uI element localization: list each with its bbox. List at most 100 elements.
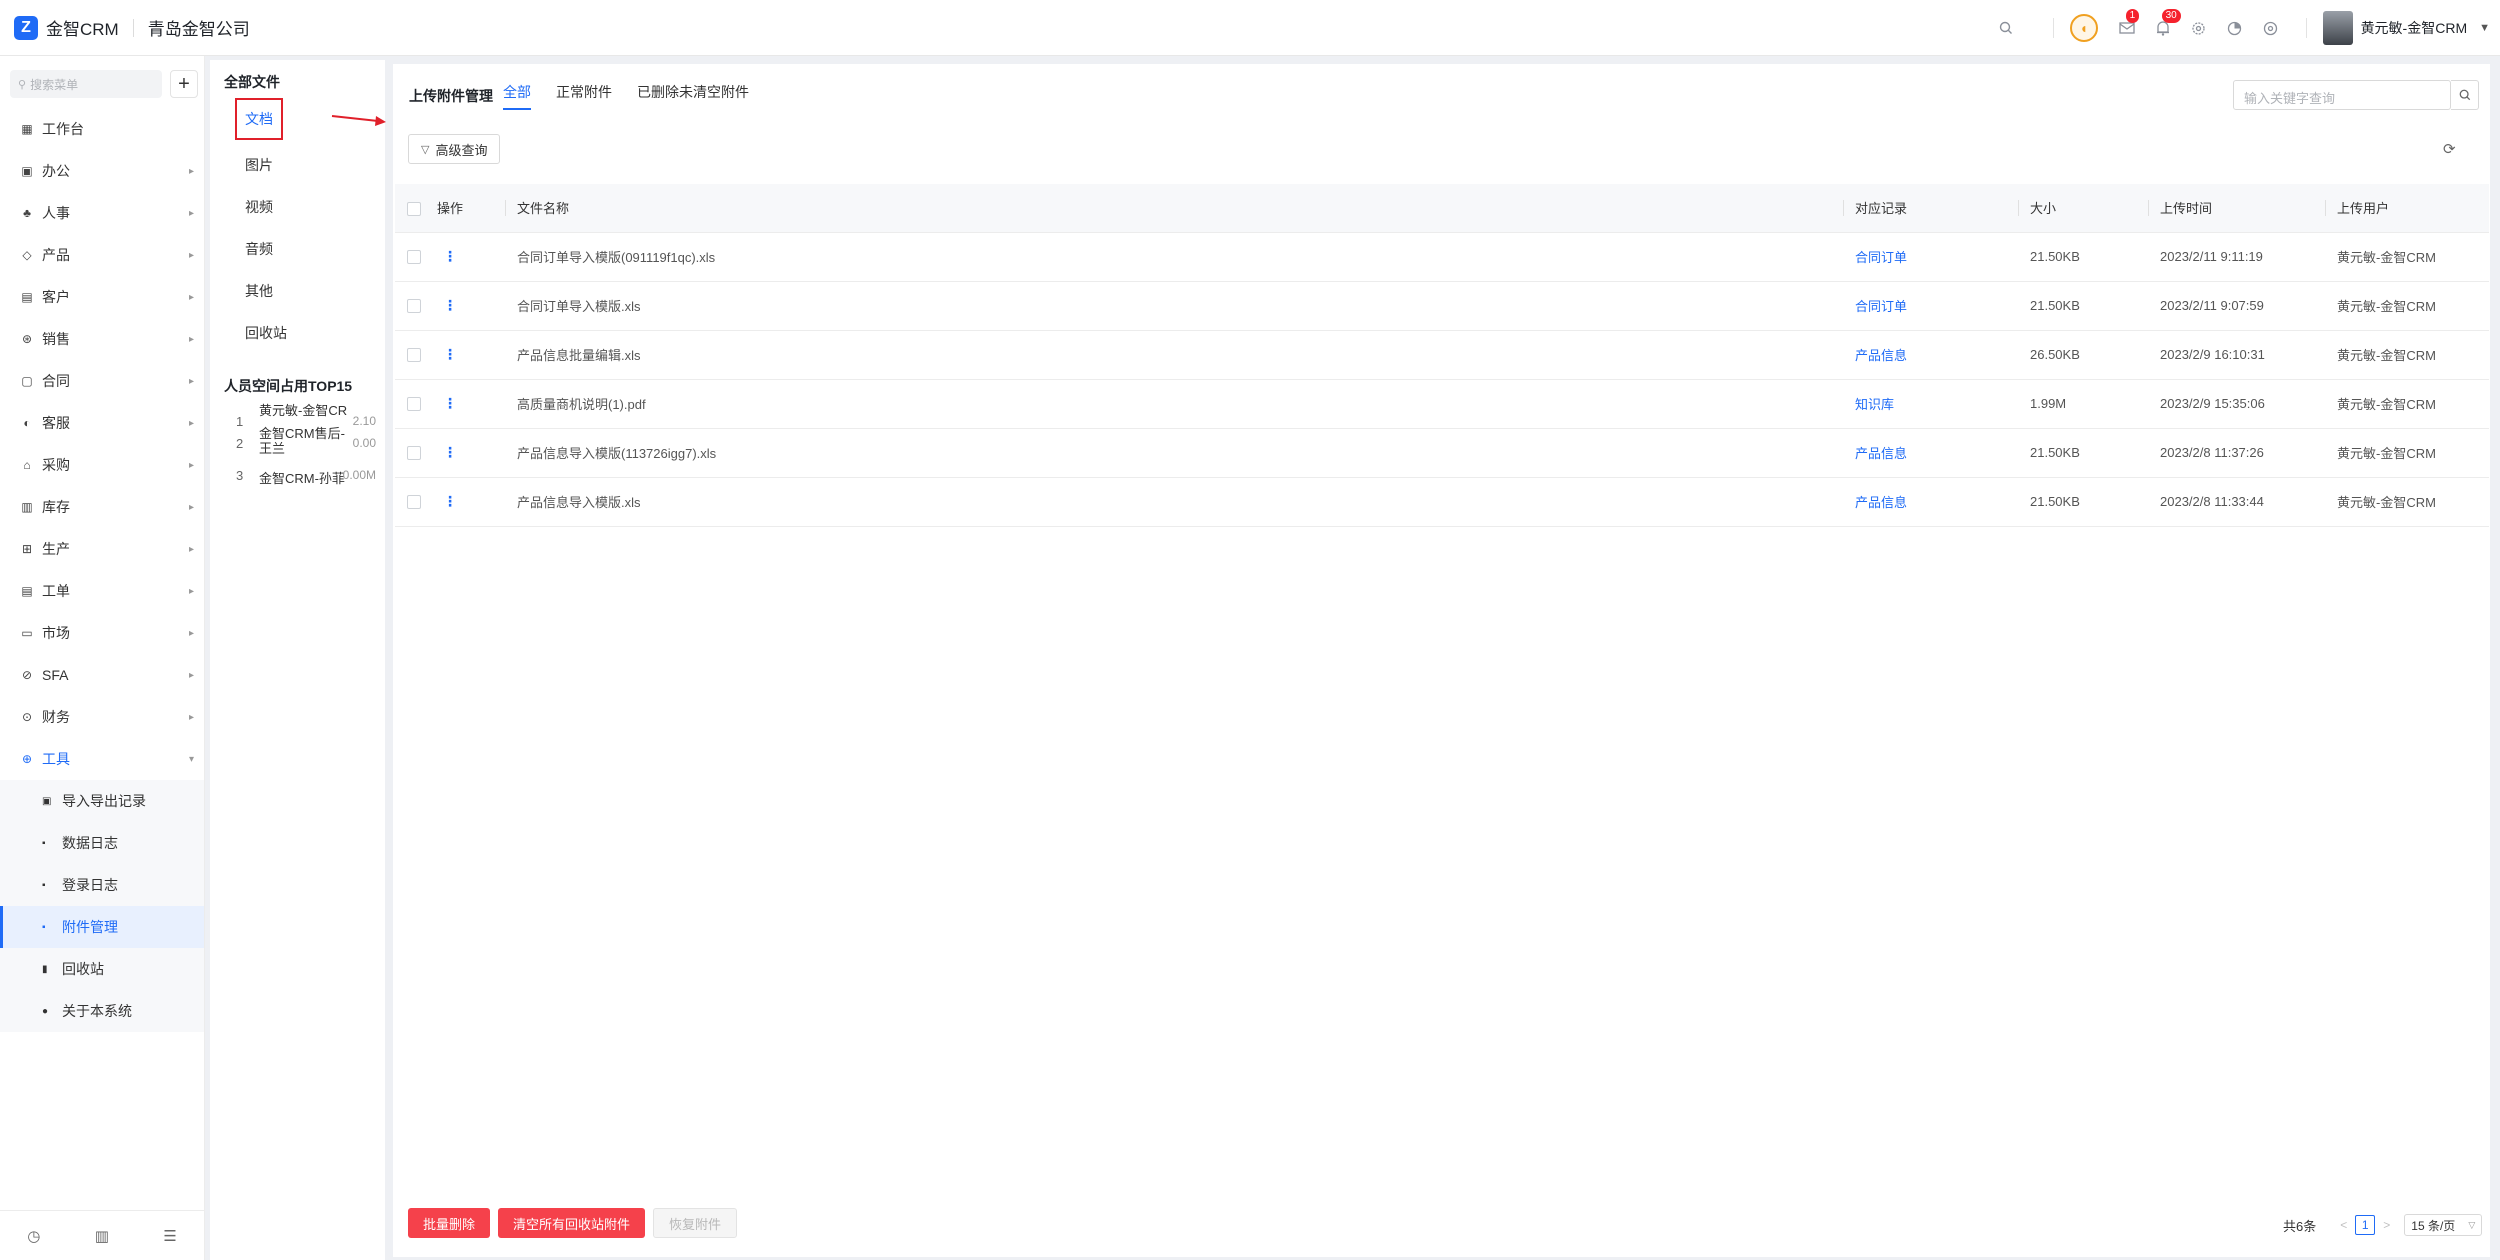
folder-images[interactable]: 图片 [245, 155, 273, 175]
avatar[interactable] [2322, 11, 2353, 45]
search-icon[interactable] [1995, 17, 2017, 39]
left-navigation: ⚲ 搜索菜单 + ▦ 工作台 ▣ 办公 ▸ ♣ 人事 ▸ ◇ 产品 ▸ ▤ 客户 ▸ ⊛ 销售 ▸ ▢ 合同 ▸ ◐ 客服… [0, 56, 205, 1260]
submenu-item[interactable]: ▣ 导入导出记录 [0, 780, 204, 822]
row-checkbox[interactable] [407, 446, 421, 461]
menu-item-group[interactable]: ▣ 办公 ▸ [0, 150, 204, 192]
menu-item-dashboard[interactable]: ▦ 工作台 [0, 108, 204, 150]
folder-recycle-bin[interactable]: 回收站 [245, 323, 287, 343]
tab-deleted[interactable]: 已删除未清空附件 [637, 82, 749, 108]
chevron-down-icon[interactable]: ▼ [2479, 22, 2490, 34]
menu-item-group[interactable]: ▢ 合同 ▸ [0, 360, 204, 402]
speaker-icon[interactable]: ◖ [2069, 14, 2098, 42]
menu-item-group[interactable]: ▥ 库存 ▸ [0, 486, 204, 528]
submenu-item[interactable]: ▪ 附件管理 [0, 906, 204, 948]
table-row[interactable]: ⋮ 产品信息导入模版.xls 产品信息 21.50KB 2023/2/8 11:33:4… [395, 477, 2489, 527]
bell-icon[interactable]: 30 [2152, 9, 2181, 39]
batch-delete-button[interactable]: 批量删除 [408, 1208, 491, 1238]
collapse-menu-icon[interactable]: ☰ [163, 1227, 176, 1245]
row-checkbox[interactable] [407, 397, 421, 412]
history-icon[interactable]: ◷ [27, 1227, 40, 1245]
submenu-item[interactable]: ▪ 数据日志 [0, 822, 204, 864]
message-icon[interactable]: 1 [2116, 9, 2140, 39]
advanced-search-button[interactable]: ▽ 高级查询 [408, 134, 501, 164]
notification-badge: 30 [2161, 9, 2181, 23]
row-checkbox[interactable] [407, 250, 421, 265]
row-checkbox[interactable] [407, 299, 421, 314]
tab-normal[interactable]: 正常附件 [556, 82, 612, 108]
more-actions-icon[interactable]: ⋮ [443, 297, 457, 313]
menu-item-group[interactable]: ◐ 客服 ▸ [0, 402, 204, 444]
page-number-button[interactable]: 1 [2355, 1215, 2376, 1235]
folder-audio[interactable]: 音频 [245, 239, 273, 259]
folder-other[interactable]: 其他 [245, 281, 273, 301]
column-header[interactable]: 上传用户 [2325, 184, 2489, 233]
menu-item-label: 合同 [42, 373, 70, 389]
menu-item-group[interactable]: ⊞ 生产 ▸ [0, 528, 204, 570]
submenu-item[interactable]: ▮ 回收站 [0, 948, 204, 990]
submenu-item-icon: ▪ [42, 837, 46, 849]
record-link[interactable]: 合同订单 [1855, 299, 1907, 314]
table-row[interactable]: ⋮ 合同订单导入模版.xls 合同订单 21.50KB 2023/2/11 9:07:5… [395, 281, 2489, 331]
refresh-icon[interactable]: ⟳ [2443, 140, 2456, 158]
menu-item-label: SFA [42, 667, 69, 683]
menu-item-group[interactable]: ▤ 客户 ▸ [0, 276, 204, 318]
more-actions-icon[interactable]: ⋮ [443, 346, 457, 362]
table-row[interactable]: ⋮ 产品信息导入模版(113726igg7).xls 产品信息 21.50KB 2023… [395, 428, 2489, 478]
table-row[interactable]: ⋮ 高质量商机说明(1).pdf 知识库 1.99M 2023/2/9 15:35:06… [395, 379, 2489, 429]
table-row[interactable]: ⋮ 产品信息批量编辑.xls 产品信息 26.50KB 2023/2/9 16:10:3… [395, 330, 2489, 380]
gear-icon[interactable] [2188, 17, 2210, 39]
search-button[interactable] [2451, 80, 2479, 110]
more-actions-icon[interactable]: ⋮ [443, 248, 457, 264]
row-checkbox[interactable] [407, 348, 421, 363]
menu-item-group[interactable]: ▤ 工单 ▸ [0, 570, 204, 612]
user-name[interactable]: 黄元敏-金智CRM [2361, 18, 2468, 38]
column-header[interactable]: 大小 [2018, 184, 2148, 233]
more-actions-icon[interactable]: ⋮ [443, 493, 457, 509]
submenu-item-icon: ▪ [42, 879, 46, 891]
submenu-item[interactable]: ▪ 登录日志 [0, 864, 204, 906]
pie-chart-icon[interactable] [2224, 17, 2246, 39]
restore-attachment-button[interactable]: 恢复附件 [653, 1208, 738, 1238]
column-header[interactable]: 上传时间 [2148, 184, 2325, 233]
record-link[interactable]: 合同订单 [1855, 250, 1907, 265]
columns-icon[interactable]: ▥ [95, 1227, 109, 1245]
menu-item-group[interactable]: ♣ 人事 ▸ [0, 192, 204, 234]
page-size-select[interactable]: 15 条/页 ▽ [2404, 1214, 2483, 1236]
file-size: 21.50KB [2018, 281, 2148, 331]
next-page-icon[interactable]: > [2383, 1218, 2390, 1232]
clear-recycle-button[interactable]: 清空所有回收站附件 [498, 1208, 646, 1238]
menu-item-group[interactable]: ⊙ 财务 ▸ [0, 696, 204, 738]
menu-item-group[interactable]: ⊘ SFA ▸ [0, 654, 204, 696]
help-icon[interactable] [2260, 17, 2282, 39]
prev-page-icon[interactable]: < [2340, 1218, 2347, 1232]
record-link[interactable]: 产品信息 [1855, 495, 1907, 510]
column-header[interactable]: 文件名称 [505, 184, 1843, 233]
table-row[interactable]: ⋮ 合同订单导入模版(091119f1qc).xls 合同订单 21.50KB 2023… [395, 232, 2489, 282]
add-menu-button[interactable]: + [170, 70, 198, 98]
upload-time: 2023/2/11 9:07:59 [2148, 281, 2325, 331]
column-header[interactable]: 对应记录 [1843, 184, 2018, 233]
folder-videos[interactable]: 视频 [245, 197, 273, 217]
row-checkbox[interactable] [407, 495, 421, 510]
menu-item-group[interactable]: ⊛ 销售 ▸ [0, 318, 204, 360]
record-link[interactable]: 产品信息 [1855, 446, 1907, 461]
folders-title[interactable]: 全部文件 [224, 72, 280, 92]
record-link[interactable]: 产品信息 [1855, 348, 1907, 363]
menu-search-input[interactable]: ⚲ 搜索菜单 [10, 70, 162, 98]
menu-item-group[interactable]: ⊕ 工具 ▾ [0, 738, 204, 780]
menu-item-group[interactable]: ◇ 产品 ▸ [0, 234, 204, 276]
menu-item-group[interactable]: ▭ 市场 ▸ [0, 612, 204, 654]
menu-item-group[interactable]: ⌂ 采购 ▸ [0, 444, 204, 486]
app-logo[interactable]: Z 金智CRM [14, 15, 119, 40]
upload-time: 2023/2/9 15:35:06 [2148, 379, 2325, 429]
keyword-search-input[interactable]: 输入关键字查询 [2233, 80, 2451, 110]
more-actions-icon[interactable]: ⋮ [443, 395, 457, 411]
tab-all[interactable]: 全部 [503, 82, 531, 110]
more-actions-icon[interactable]: ⋮ [443, 444, 457, 460]
company-name[interactable]: 青岛金智公司 [148, 15, 250, 40]
submenu-item[interactable]: ● 关于本系统 [0, 990, 204, 1032]
select-all-checkbox[interactable] [407, 201, 421, 216]
menu-item-label: 采购 [42, 457, 70, 473]
record-link[interactable]: 知识库 [1855, 397, 1894, 412]
folder-documents[interactable]: 文档 [235, 98, 283, 140]
